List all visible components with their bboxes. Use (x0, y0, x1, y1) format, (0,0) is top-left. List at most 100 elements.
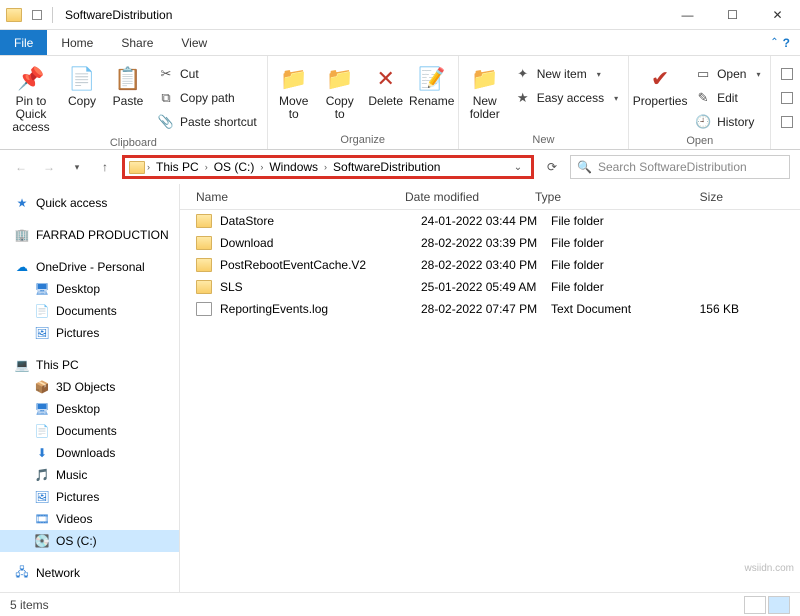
column-name[interactable]: Name (180, 190, 405, 204)
rename-button[interactable]: 📝Rename (412, 59, 452, 108)
tab-view[interactable]: View (167, 30, 221, 55)
pictures-icon: 🖼 (34, 490, 50, 504)
refresh-button[interactable]: ⟳ (540, 156, 564, 178)
copy-button[interactable]: 📄 Copy (62, 59, 102, 108)
move-to-icon: 📁 (280, 65, 308, 93)
breadcrumb-item[interactable]: OS (C:) (210, 160, 259, 174)
address-dropdown-icon[interactable]: ⌄ (509, 162, 527, 173)
delete-icon: ✕ (372, 65, 400, 93)
breadcrumb-item[interactable]: Windows (265, 160, 322, 174)
minimize-button[interactable]: — (665, 0, 710, 30)
file-row[interactable]: Download28-02-2022 03:39 PMFile folder (180, 232, 800, 254)
breadcrumb-item[interactable]: This PC (152, 160, 203, 174)
delete-button[interactable]: ✕Delete (366, 59, 406, 108)
column-date[interactable]: Date modified (405, 190, 535, 204)
ribbon-group-clipboard: 📌 Pin to Quick access 📄 Copy 📋 Paste ✂Cu… (0, 56, 268, 149)
help-icon[interactable]: ? (783, 36, 790, 50)
address-bar[interactable]: › This PC › OS (C:) › Windows › Software… (122, 155, 534, 179)
file-name: DataStore (220, 214, 421, 228)
new-item-icon: ✦ (515, 66, 531, 82)
nav-3d-objects[interactable]: 📦3D Objects (0, 376, 179, 398)
nav-onedrive-pictures[interactable]: 🖼Pictures (0, 322, 179, 344)
column-size[interactable]: Size (653, 190, 733, 204)
chevron-right-icon[interactable]: › (324, 162, 327, 172)
file-type: File folder (551, 280, 669, 294)
documents-icon: 📄 (34, 424, 50, 438)
rename-icon: 📝 (418, 65, 446, 93)
up-button[interactable]: ↑ (94, 156, 116, 178)
history-button[interactable]: 🕘History (691, 111, 764, 133)
select-all-icon (781, 68, 793, 80)
nav-os-c[interactable]: 💽OS (C:) (0, 530, 179, 552)
chevron-right-icon[interactable]: › (205, 162, 208, 172)
nav-desktop[interactable]: 🖥Desktop (0, 398, 179, 420)
recent-locations-button[interactable]: ▾ (66, 156, 88, 178)
ribbon-group-open: ✔Properties ▭Open ✎Edit 🕘History Open (629, 56, 771, 149)
back-button[interactable]: ← (10, 156, 32, 178)
scissors-icon: ✂ (158, 66, 174, 82)
address-bar-row: ← → ▾ ↑ › This PC › OS (C:) › Windows › … (0, 150, 800, 184)
folder-icon (6, 8, 22, 22)
new-item-button[interactable]: ✦New item (511, 63, 622, 85)
file-row[interactable]: DataStore24-01-2022 03:44 PMFile folder (180, 210, 800, 232)
maximize-button[interactable]: ☐ (710, 0, 755, 30)
nav-downloads[interactable]: ⬇Downloads (0, 442, 179, 464)
nav-music[interactable]: 🎵Music (0, 464, 179, 486)
file-date: 28-02-2022 03:40 PM (421, 258, 551, 272)
new-folder-icon: 📁 (471, 65, 499, 93)
breadcrumb-item[interactable]: SoftwareDistribution (329, 160, 444, 174)
open-button[interactable]: ▭Open (691, 63, 764, 85)
forward-button[interactable]: → (38, 156, 60, 178)
details-view-button[interactable] (744, 596, 766, 614)
nav-documents[interactable]: 📄Documents (0, 420, 179, 442)
column-headers: Name Date modified Type Size (180, 184, 800, 210)
invert-selection-button[interactable]: Invert selection (777, 111, 800, 133)
close-button[interactable]: ✕ (755, 0, 800, 30)
file-date: 24-01-2022 03:44 PM (421, 214, 551, 228)
file-name: PostRebootEventCache.V2 (220, 258, 421, 272)
new-folder-button[interactable]: 📁New folder (465, 59, 505, 121)
move-to-button[interactable]: 📁Move to (274, 59, 314, 121)
copy-to-button[interactable]: 📁Copy to (320, 59, 360, 121)
copy-path-icon: ⧉ (158, 90, 174, 106)
file-row[interactable]: ReportingEvents.log28-02-2022 07:47 PMTe… (180, 298, 800, 320)
easy-access-button[interactable]: ★Easy access (511, 87, 622, 109)
search-input[interactable]: 🔍 Search SoftwareDistribution (570, 155, 790, 179)
copy-path-button[interactable]: ⧉Copy path (154, 87, 261, 109)
nav-videos[interactable]: 🎞Videos (0, 508, 179, 530)
file-type: File folder (551, 236, 669, 250)
tab-file[interactable]: File (0, 30, 47, 55)
nav-network[interactable]: 🖧Network (0, 562, 179, 584)
file-icon (196, 302, 212, 316)
chevron-right-icon[interactable]: › (147, 162, 150, 172)
qat-button[interactable] (32, 10, 42, 20)
column-type[interactable]: Type (535, 190, 653, 204)
nav-pictures[interactable]: 🖼Pictures (0, 486, 179, 508)
videos-icon: 🎞 (34, 512, 50, 526)
tab-share[interactable]: Share (107, 30, 167, 55)
select-all-button[interactable]: Select all (777, 63, 800, 85)
nav-onedrive-desktop[interactable]: 🖥Desktop (0, 278, 179, 300)
status-bar: 5 items (0, 592, 800, 616)
chevron-right-icon[interactable]: › (260, 162, 263, 172)
properties-button[interactable]: ✔Properties (635, 59, 685, 108)
nav-onedrive-documents[interactable]: 📄Documents (0, 300, 179, 322)
nav-this-pc[interactable]: 💻This PC (0, 354, 179, 376)
edit-button[interactable]: ✎Edit (691, 87, 764, 109)
file-row[interactable]: SLS25-01-2022 05:49 AMFile folder (180, 276, 800, 298)
paste-button[interactable]: 📋 Paste (108, 59, 148, 108)
nav-onedrive[interactable]: ☁OneDrive - Personal (0, 256, 179, 278)
ribbon-group-select: Select all Select none Invert selection … (771, 56, 800, 149)
collapse-ribbon-icon[interactable]: ⌃ (770, 37, 778, 48)
file-type: File folder (551, 214, 669, 228)
file-list: Name Date modified Type Size DataStore24… (180, 184, 800, 592)
thumbnails-view-button[interactable] (768, 596, 790, 614)
tab-home[interactable]: Home (47, 30, 107, 55)
pin-to-quick-access-button[interactable]: 📌 Pin to Quick access (6, 59, 56, 135)
nav-quick-access[interactable]: ★Quick access (0, 192, 179, 214)
paste-shortcut-button[interactable]: 📎Paste shortcut (154, 111, 261, 133)
cut-button[interactable]: ✂Cut (154, 63, 261, 85)
nav-farrad[interactable]: 🏢FARRAD PRODUCTION (0, 224, 179, 246)
select-none-button[interactable]: Select none (777, 87, 800, 109)
file-row[interactable]: PostRebootEventCache.V228-02-2022 03:40 … (180, 254, 800, 276)
